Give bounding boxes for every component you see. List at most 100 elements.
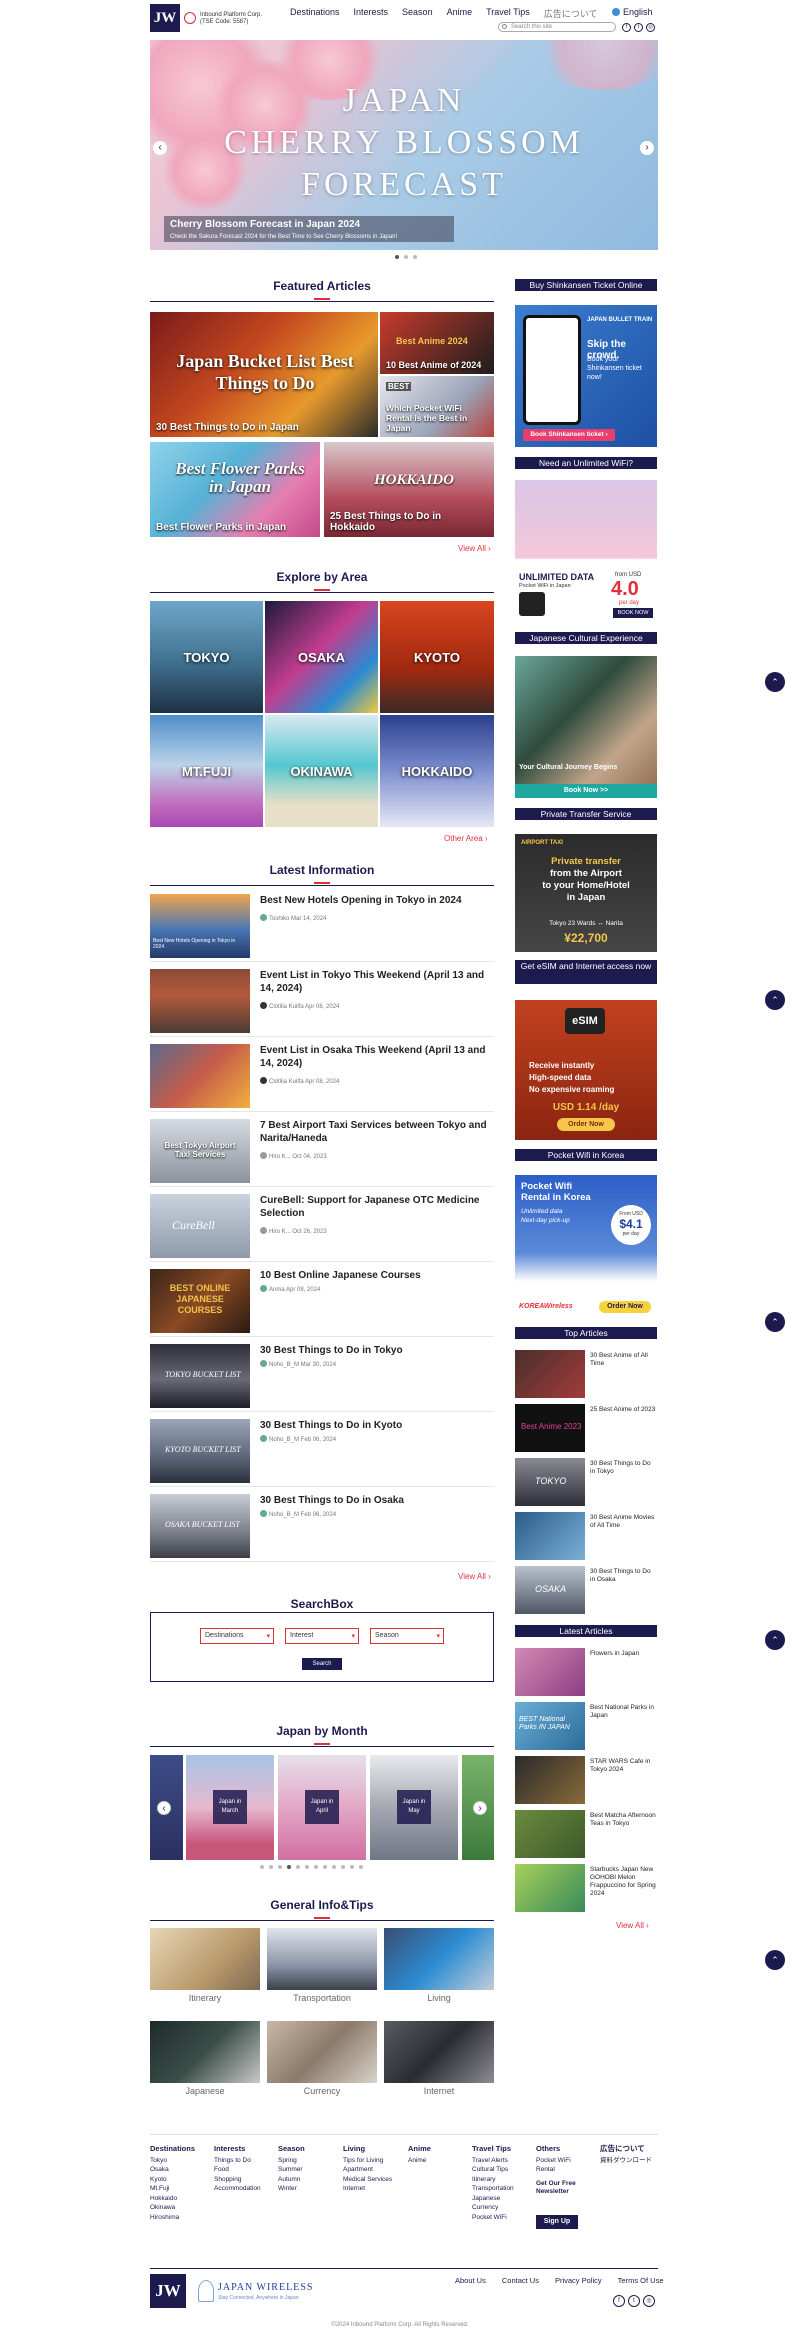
cultural-ad[interactable]: Your Cultural Journey Begins Book Now >> — [515, 656, 657, 798]
footer-link[interactable]: Shopping — [214, 2175, 261, 2185]
featured-card[interactable]: BEST Which Pocket WiFi Rental is the Bes… — [380, 376, 494, 437]
footer-link[interactable]: Rental — [536, 2165, 596, 2175]
featured-card[interactable]: Japan Bucket List Best Things to Do 30 B… — [150, 312, 378, 437]
cultural-book-button[interactable]: Book Now >> — [515, 784, 657, 798]
sidebar-view-all-link[interactable]: View All › — [616, 1921, 649, 1930]
top-article[interactable]: 30 Best Anime of All Time — [515, 1350, 657, 1398]
dot[interactable] — [269, 1865, 273, 1869]
facebook-icon[interactable]: f — [613, 2295, 625, 2307]
featured-card[interactable]: Best Anime 2024 10 Best Anime of 2024 — [380, 312, 494, 374]
footer-link[interactable]: Internet — [343, 2184, 392, 2194]
footer-link[interactable]: Currency — [472, 2203, 514, 2213]
japan-wireless-brand[interactable]: JAPAN WIRELESS — [218, 2282, 313, 2293]
footer-link[interactable]: Transportation — [472, 2184, 514, 2194]
list-item[interactable]: CureBell CureBell: Support for Japanese … — [150, 1192, 494, 1262]
general-currency[interactable] — [267, 2021, 377, 2083]
dot[interactable] — [332, 1865, 336, 1869]
top-article[interactable]: Best Anime 2023 25 Best Anime of 2023 — [515, 1404, 657, 1452]
featured-view-all-link[interactable]: View All › — [458, 544, 491, 553]
facebook-icon[interactable]: f — [622, 23, 631, 32]
list-item[interactable]: Event List in Tokyo This Weekend (April … — [150, 967, 494, 1037]
wifi-ad[interactable]: UNLIMITED DATA Pocket WiFi in Japan from… — [515, 480, 657, 622]
area-okinawa[interactable]: OKINAWA — [265, 715, 378, 827]
month-next-arrow-icon[interactable]: › — [473, 1801, 487, 1815]
site-logo[interactable]: JW — [150, 4, 180, 32]
featured-card[interactable]: Best Flower Parks in Japan Best Flower P… — [150, 442, 320, 537]
nav-destinations[interactable]: Destinations — [290, 7, 340, 20]
shinkansen-ad[interactable]: JAPAN BULLET TRAIN Skip the crowd. Book … — [515, 305, 657, 447]
footer-link[interactable]: Okinawa — [150, 2203, 195, 2213]
general-itinerary[interactable] — [150, 1928, 260, 1990]
dot[interactable] — [350, 1865, 354, 1869]
footer-link[interactable]: Food — [214, 2165, 261, 2175]
twitter-icon[interactable]: t — [628, 2295, 640, 2307]
list-item[interactable]: Event List in Osaka This Weekend (April … — [150, 1042, 494, 1112]
footer-link[interactable]: Anime — [408, 2156, 431, 2166]
footer-link[interactable]: Japanese — [472, 2194, 514, 2204]
featured-card[interactable]: HOKKAIDO 25 Best Things to Do in Hokkaid… — [324, 442, 494, 537]
footer-link[interactable]: Cultural Tips — [472, 2165, 514, 2175]
list-item[interactable]: KYOTO BUCKET LIST 30 Best Things to Do i… — [150, 1417, 494, 1487]
korea-wifi-ad[interactable]: Pocket Wifi Rental in Korea Unlimited da… — [515, 1175, 657, 1317]
destinations-select[interactable]: Destinations — [200, 1628, 274, 1644]
list-item[interactable]: TOKYO BUCKET LIST 30 Best Things to Do i… — [150, 1342, 494, 1412]
month-prev-arrow-icon[interactable]: ‹ — [157, 1801, 171, 1815]
footer-link[interactable]: Pocket WiFi — [536, 2156, 596, 2166]
footer-link[interactable]: Kyoto — [150, 2175, 195, 2185]
about-link[interactable]: About Us — [455, 2276, 486, 2285]
nav-advertising[interactable]: 広告について — [544, 7, 598, 20]
footer-link[interactable]: Winter — [278, 2184, 305, 2194]
latest-article[interactable]: STAR WARS Cafe in Tokyo 2024 — [515, 1756, 657, 1804]
interest-select[interactable]: Interest — [285, 1628, 359, 1644]
general-japanese[interactable] — [150, 2021, 260, 2083]
latest-article[interactable]: Best Matcha Afternoon Teas in Tokyo — [515, 1810, 657, 1858]
dot[interactable] — [359, 1865, 363, 1869]
footer-link[interactable]: Hokkaido — [150, 2194, 195, 2204]
dot[interactable] — [305, 1865, 309, 1869]
terms-link[interactable]: Terms Of Use — [618, 2276, 664, 2285]
top-article[interactable]: TOKYO 30 Best Things to Do in Tokyo — [515, 1458, 657, 1506]
season-select[interactable]: Season — [370, 1628, 444, 1644]
other-area-link[interactable]: Other Area › — [444, 834, 488, 843]
privacy-link[interactable]: Privacy Policy — [555, 2276, 602, 2285]
list-item[interactable]: Best New Hotels Opening in Tokyo in 2024… — [150, 892, 494, 962]
nav-travel-tips[interactable]: Travel Tips — [486, 7, 530, 20]
instagram-icon[interactable]: ◎ — [646, 23, 655, 32]
dot[interactable] — [296, 1865, 300, 1869]
twitter-icon[interactable]: t — [634, 23, 643, 32]
footer-link[interactable]: Spring — [278, 2156, 305, 2166]
list-item[interactable]: BEST ONLINE JAPANESE COURSES 10 Best Onl… — [150, 1267, 494, 1337]
area-osaka[interactable]: OSAKA — [265, 601, 378, 713]
dot[interactable] — [278, 1865, 282, 1869]
area-mt-fuji[interactable]: MT.FUJI — [150, 715, 263, 827]
footer-link[interactable]: Travel Alerts — [472, 2156, 514, 2166]
area-kyoto[interactable]: KYOTO — [380, 601, 494, 713]
nav-season[interactable]: Season — [402, 7, 433, 20]
general-transportation[interactable] — [267, 1928, 377, 1990]
esim-order-button[interactable]: Order Now — [557, 1118, 615, 1131]
dot[interactable] — [395, 255, 399, 259]
dot[interactable] — [314, 1865, 318, 1869]
scroll-top-icon[interactable]: ⌃ — [765, 1312, 785, 1332]
search-input[interactable]: Search this site — [498, 22, 616, 32]
footer-link[interactable]: Osaka — [150, 2165, 195, 2175]
footer-link[interactable]: Itinerary — [472, 2175, 514, 2185]
area-tokyo[interactable]: TOKYO — [150, 601, 263, 713]
dot[interactable] — [260, 1865, 264, 1869]
instagram-icon[interactable]: ◎ — [643, 2295, 655, 2307]
scroll-top-icon[interactable]: ⌃ — [765, 990, 785, 1010]
latest-view-all-link[interactable]: View All › — [458, 1572, 491, 1581]
list-item[interactable]: Best Tokyo Airport Taxi Services 7 Best … — [150, 1117, 494, 1187]
contact-link[interactable]: Contact Us — [502, 2276, 539, 2285]
footer-link[interactable]: Accommodation — [214, 2184, 261, 2194]
search-button[interactable]: Search — [302, 1658, 342, 1670]
footer-link[interactable]: Summer — [278, 2165, 305, 2175]
dot[interactable] — [404, 255, 408, 259]
top-article[interactable]: OSAKA 30 Best Things to Do in Osaka — [515, 1566, 657, 1614]
general-living[interactable] — [384, 1928, 494, 1990]
hero-next-arrow-icon[interactable]: › — [640, 141, 654, 155]
footer-link[interactable]: Medical Services — [343, 2175, 392, 2185]
esim-ad[interactable]: eSIM Receive instantly High-speed data N… — [515, 1000, 657, 1140]
book-shinkansen-button[interactable]: Book Shinkansen ticket › — [523, 429, 615, 441]
latest-article[interactable]: BEST National Parks IN JAPAN Best Nationa… — [515, 1702, 657, 1750]
